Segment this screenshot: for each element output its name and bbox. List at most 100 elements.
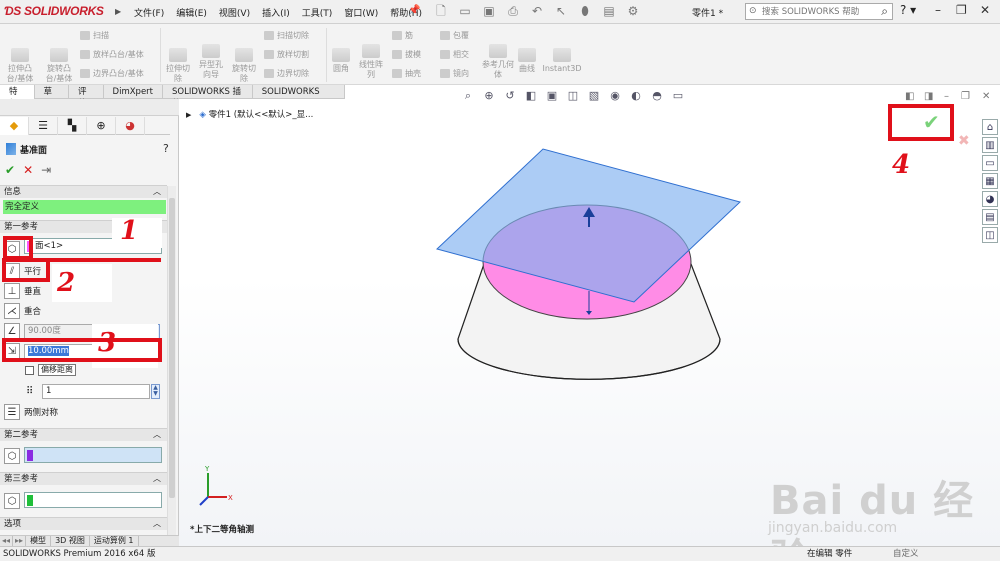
revolve-boss-button[interactable]: 旋转凸台/基体: [42, 48, 76, 84]
tab-sketch[interactable]: 草图: [35, 85, 70, 109]
section-third-reference-header[interactable]: 第三参考 ︿: [0, 472, 167, 485]
cancel-button[interactable]: ✕: [23, 163, 33, 177]
menu-pin-icon[interactable]: 📌: [408, 5, 420, 16]
menu-insert[interactable]: 插入(I): [256, 6, 296, 19]
display-style-icon[interactable]: ▧: [586, 89, 602, 103]
instant3d-button[interactable]: Instant3D: [542, 48, 582, 74]
graphics-restore-icon[interactable]: ❐: [961, 91, 970, 102]
home-icon[interactable]: ⌂: [982, 119, 998, 135]
collapse-icon[interactable]: ︿: [153, 429, 161, 441]
intersect-button[interactable]: 相交: [440, 49, 469, 60]
tab-scroll-right-icon[interactable]: ▸▸: [13, 536, 27, 546]
panel-splitter[interactable]: [0, 99, 179, 116]
menu-file[interactable]: 文件(F): [128, 6, 170, 19]
curves-button[interactable]: 曲线: [516, 48, 538, 74]
third-reference-selection[interactable]: [24, 492, 162, 508]
file-explorer-icon[interactable]: ▭: [982, 155, 998, 171]
new-doc-icon[interactable]: 🗋: [432, 3, 450, 19]
open-doc-icon[interactable]: ▭: [456, 3, 474, 19]
hole-wizard-button[interactable]: 异型孔向导: [196, 44, 226, 80]
search-input[interactable]: [746, 4, 861, 19]
save-icon[interactable]: ▣: [480, 3, 498, 19]
close-icon[interactable]: ✕: [980, 3, 990, 17]
tab-motion-study[interactable]: 运动算例 1: [90, 536, 139, 546]
wrap-button[interactable]: 包覆: [440, 30, 469, 41]
apply-scene-icon[interactable]: ◓: [649, 89, 665, 103]
mirror-button[interactable]: 镜向: [440, 68, 469, 79]
search-icon[interactable]: ⌕: [881, 4, 888, 19]
tree-expand-icon[interactable]: ▶: [186, 111, 191, 119]
loft-button[interactable]: 放样凸台/基体: [80, 49, 144, 60]
extrude-cut-button[interactable]: 拉伸切除: [164, 48, 192, 84]
sweep-button[interactable]: 扫描: [80, 30, 109, 41]
menu-window[interactable]: 窗口(W): [338, 6, 384, 19]
section-view-icon[interactable]: ◧: [523, 89, 539, 103]
configuration-manager-tab-icon[interactable]: ▚: [58, 117, 87, 135]
pm-help-icon[interactable]: ?: [163, 142, 169, 155]
edit-appearance-icon[interactable]: ◐: [628, 89, 644, 103]
hide-show-icon[interactable]: ◉: [607, 89, 623, 103]
revolve-cut-button[interactable]: 旋转切除: [230, 48, 258, 84]
print-icon[interactable]: ⎙: [504, 3, 522, 19]
feature-manager-tab-icon[interactable]: ◆: [0, 117, 29, 135]
flip-offset-checkbox[interactable]: [25, 366, 34, 375]
zoom-area-icon[interactable]: ⊕: [481, 89, 497, 103]
undo-icon[interactable]: ↶: [528, 3, 546, 19]
tab-evaluate[interactable]: 评估: [69, 85, 104, 109]
coincident-option[interactable]: ⋌ 重合: [4, 303, 41, 319]
scrollbar-thumb[interactable]: [169, 198, 175, 498]
instances-field[interactable]: 1: [42, 384, 150, 399]
tab-features[interactable]: 特征: [0, 85, 35, 109]
section-options-header[interactable]: 选项 ︿: [0, 517, 167, 530]
swept-cut-button[interactable]: 扫描切除: [264, 30, 309, 41]
shell-button[interactable]: 抽壳: [392, 68, 421, 79]
menu-view[interactable]: 视图(V): [213, 6, 256, 19]
mid-plane-option[interactable]: ☰ 两侧对称: [4, 404, 58, 420]
view-palette-icon[interactable]: ▦: [982, 173, 998, 189]
tab-3d-views[interactable]: 3D 视图: [51, 536, 90, 546]
graphics-pane-left-icon[interactable]: ◧: [905, 91, 914, 102]
tab-dimxpert[interactable]: DimXpert: [104, 85, 164, 99]
feature-tree-root[interactable]: ▶ ◈ 零件1 (默认<<默认>_显...: [186, 108, 313, 120]
property-manager-tab-icon[interactable]: ☰: [29, 117, 58, 135]
minimize-icon[interactable]: –: [935, 3, 941, 17]
menu-edit[interactable]: 编辑(E): [170, 6, 213, 19]
tab-scroll-left-icon[interactable]: ◂◂: [0, 536, 14, 546]
custom-units[interactable]: 自定义: [893, 547, 919, 561]
file-properties-icon[interactable]: ▤: [600, 3, 618, 19]
restore-icon[interactable]: ❐: [956, 3, 967, 17]
section-second-reference-header[interactable]: 第二参考 ︿: [0, 428, 167, 441]
help-search[interactable]: ⊙ ⌕: [745, 3, 893, 20]
zoom-to-fit-icon[interactable]: ⌕: [460, 89, 476, 103]
boundary-boss-button[interactable]: 边界凸台/基体: [80, 68, 144, 79]
menu-help[interactable]: 帮助(H): [384, 6, 428, 19]
section-message-header[interactable]: 信息 ︿: [0, 185, 167, 198]
view-orientation-icon[interactable]: ◫: [565, 89, 581, 103]
reference-geometry-button[interactable]: 参考几何体: [482, 44, 514, 80]
keep-visible-pin-icon[interactable]: ⇥: [41, 163, 51, 177]
solidworks-logo[interactable]: ƊS SOLIDWORKS: [4, 4, 104, 18]
help-icon[interactable]: ? ▾: [900, 3, 916, 17]
ok-button[interactable]: ✔: [5, 163, 15, 177]
view-settings-icon[interactable]: ▭: [670, 89, 686, 103]
forum-icon[interactable]: ◫: [982, 227, 998, 243]
graphics-minimize-icon[interactable]: –: [944, 91, 949, 102]
boundary-cut-button[interactable]: 边界切除: [264, 68, 309, 79]
graphics-pane-right-icon[interactable]: ◨: [924, 91, 933, 102]
tab-mbd[interactable]: SOLIDWORKS MBD: [253, 85, 345, 109]
custom-properties-icon[interactable]: ▤: [982, 209, 998, 225]
linear-pattern-button[interactable]: 线性阵列: [356, 44, 386, 80]
dimxpert-manager-tab-icon[interactable]: ⊕: [87, 117, 116, 135]
second-reference-selection[interactable]: [24, 447, 162, 463]
collapse-icon[interactable]: ︿: [153, 186, 161, 198]
graphics-close-icon[interactable]: ✕: [982, 91, 990, 102]
draft-button[interactable]: 拔模: [392, 49, 421, 60]
previous-view-icon[interactable]: ↺: [502, 89, 518, 103]
tab-addins[interactable]: SOLIDWORKS 插件: [163, 85, 253, 109]
lofted-cut-button[interactable]: 放样切割: [264, 49, 309, 60]
tab-model[interactable]: 模型: [26, 536, 52, 546]
menu-tools[interactable]: 工具(T): [296, 6, 339, 19]
fillet-button[interactable]: 圆角: [330, 48, 352, 74]
dynamic-annotation-icon[interactable]: ▣: [544, 89, 560, 103]
collapse-icon[interactable]: ︿: [153, 518, 161, 530]
